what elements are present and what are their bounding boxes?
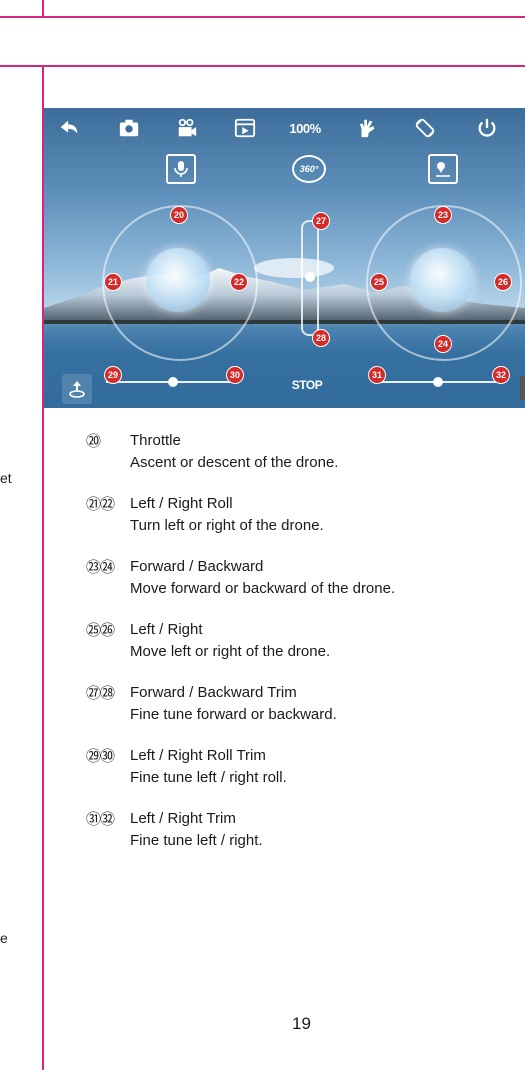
legend-numbers: ⑳ [86, 432, 101, 450]
legend-item: ⑳ Throttle Ascent or descent of the dron… [86, 430, 516, 474]
power-button[interactable] [474, 115, 500, 141]
takeoff-button[interactable] [62, 374, 92, 404]
legend-description: Turn left or right of the drone. [130, 517, 324, 534]
gesture-button[interactable] [354, 115, 380, 141]
legend-item: ㉕㉖ Left / Right Move left or right of th… [86, 619, 516, 663]
legend-numbers: ㉑㉒ [86, 495, 115, 513]
stray-text-et: et [0, 470, 12, 486]
legend-description: Fine tune left / right roll. [130, 769, 287, 786]
badge-right-roll-trim: 30 [226, 366, 244, 384]
app-screenshot: 100% 360° 20 21 22 27 28 23 24 25 26 29 … [44, 108, 525, 408]
screen-rotate-icon [415, 118, 435, 138]
gesture-icon [359, 119, 375, 138]
badge-left-roll-trim: 29 [104, 366, 122, 384]
legend-description: Move forward or backward of the drone. [130, 580, 396, 597]
right-joystick-knob[interactable] [410, 248, 474, 312]
legend-item: ㉛㉜ Left / Right Trim Fine tune left / ri… [86, 808, 516, 852]
badge-backward: 24 [434, 335, 452, 353]
legend-title: Forward / Backward Trim [130, 684, 297, 701]
vertical-trim-handle[interactable] [305, 272, 315, 282]
power-icon [478, 118, 496, 137]
video-button[interactable] [174, 115, 200, 141]
back-button[interactable] [56, 115, 82, 141]
control-legend: ⑳ Throttle Ascent or descent of the dron… [86, 430, 516, 871]
lateral-trim-handle[interactable] [433, 377, 443, 387]
legend-numbers: ㉙㉚ [86, 747, 115, 765]
microphone-icon [174, 161, 188, 177]
badge-right-trim: 32 [492, 366, 510, 384]
page-number: 19 [292, 1014, 311, 1033]
right-edge-button[interactable] [520, 376, 525, 400]
badge-throttle: 20 [170, 206, 188, 224]
takeoff-icon [69, 381, 85, 398]
legend-numbers: ㉛㉜ [86, 810, 115, 828]
badge-left: 25 [370, 273, 388, 291]
legend-title: Left / Right Roll Trim [130, 747, 266, 764]
top-toolbar: 100% [44, 108, 525, 148]
badge-left-roll: 21 [104, 273, 122, 291]
badge-forward: 23 [434, 206, 452, 224]
left-joystick-knob[interactable] [146, 248, 210, 312]
legend-numbers: ㉓㉔ [86, 558, 115, 576]
roll-trim-handle[interactable] [168, 377, 178, 387]
gallery-icon [234, 118, 256, 138]
camera-icon [119, 119, 139, 137]
legend-description: Move left or right of the drone. [130, 643, 331, 660]
section-frame-rule [0, 65, 525, 67]
legend-numbers: ㉕㉖ [86, 621, 115, 639]
waypoint-icon [436, 162, 450, 177]
voice-button[interactable] [166, 154, 196, 184]
waypoint-button[interactable] [428, 154, 458, 184]
legend-item: ㉗㉘ Forward / Backward Trim Fine tune for… [86, 682, 516, 726]
back-icon [60, 120, 78, 134]
badge-backward-trim: 28 [312, 329, 330, 347]
legend-item: ㉓㉔ Forward / Backward Move forward or ba… [86, 556, 516, 600]
video-icon [178, 118, 197, 137]
badge-left-trim: 31 [368, 366, 386, 384]
badge-right-roll: 22 [230, 273, 248, 291]
legend-title: Throttle [130, 432, 181, 449]
stop-button[interactable]: STOP [290, 374, 324, 396]
legend-description: Ascent or descent of the drone. [130, 454, 339, 471]
legend-description: Fine tune forward or backward. [130, 706, 337, 723]
legend-title: Forward / Backward [130, 558, 264, 575]
badge-right: 26 [494, 273, 512, 291]
screen-rotate-button[interactable] [412, 115, 438, 141]
legend-title: Left / Right Roll [130, 495, 233, 512]
speed-label: 100% [289, 120, 321, 136]
stray-text-e: e [0, 930, 8, 946]
legend-title: Left / Right [130, 621, 203, 638]
legend-description: Fine tune left / right. [130, 832, 263, 849]
badge-forward-trim: 27 [312, 212, 330, 230]
legend-item: ㉙㉚ Left / Right Roll Trim Fine tune left… [86, 745, 516, 789]
legend-item: ㉑㉒ Left / Right Roll Turn left or right … [86, 493, 516, 537]
left-frame-rule-top [42, 0, 44, 16]
speed-button[interactable]: 100% [288, 115, 322, 141]
top-frame-rule [0, 16, 525, 18]
gallery-button[interactable] [232, 115, 258, 141]
legend-numbers: ㉗㉘ [86, 684, 115, 702]
legend-title: Left / Right Trim [130, 810, 236, 827]
camera-button[interactable] [116, 115, 142, 141]
rotate-360-button[interactable]: 360° [292, 155, 326, 183]
rotate-360-label: 360° [299, 164, 319, 174]
